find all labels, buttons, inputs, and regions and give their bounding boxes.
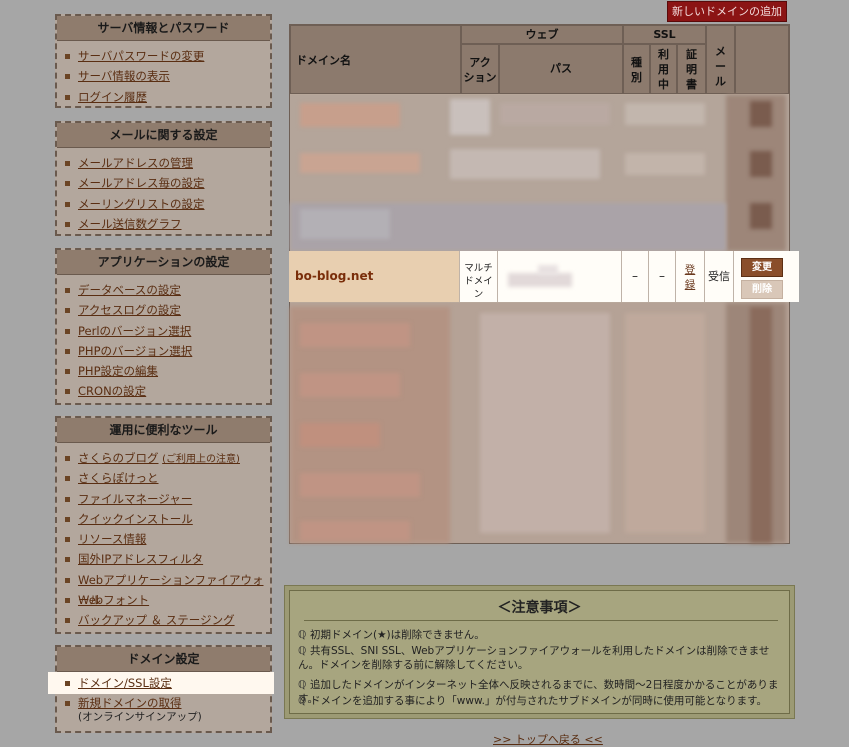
cell-path	[498, 251, 622, 302]
cell-buttons: 変更 削除	[734, 251, 788, 302]
info-icon: ℚ	[298, 629, 307, 641]
sidebar-item-perl-version[interactable]: Perlのバージョン選択	[57, 321, 270, 341]
notice-inner: ＜注意事項＞ ℚ 初期ドメイン(★)は削除できません。 ℚ 共有SSL、SNI SS…	[289, 590, 790, 714]
notice-item: ℚ 初期ドメイン(★)は削除できません。	[298, 629, 485, 641]
section-title: アプリケーションの設定	[57, 250, 270, 275]
th-domain: ドメイン名	[290, 25, 461, 94]
sidebar-item-access-log[interactable]: アクセスログの設定	[57, 300, 270, 320]
sidebar-item-mail-address[interactable]: メールアドレスの管理	[57, 153, 270, 173]
info-icon: ℚ	[298, 645, 307, 657]
cell-usage: –	[649, 251, 676, 302]
sidebar-item-sakura-blog[interactable]: さくらのブログ (ご利用上の注意)	[57, 448, 270, 468]
th-ssl: SSL	[623, 25, 706, 44]
sidebar-item-php-settings[interactable]: PHP設定の編集	[57, 361, 270, 381]
sidebar-item-php-version[interactable]: PHPのバージョン選択	[57, 341, 270, 361]
th-actions	[735, 25, 789, 94]
notice-title: ＜注意事項＞	[497, 600, 582, 616]
info-icon: ℚ	[298, 679, 307, 691]
sidebar-item-mailing-list[interactable]: メーリングリストの設定	[57, 194, 270, 214]
sidebar-section-application: アプリケーションの設定 データベースの設定 アクセスログの設定 Perlのバージ…	[55, 248, 272, 405]
notice-item: ℚ 共有SSL、SNI SSL、Webアプリケーションファイアウォールを利用したド…	[298, 645, 770, 671]
sidebar-item-waf[interactable]: Webアプリケーションファイアウォール	[57, 570, 270, 607]
sidebar-section-tools: 運用に便利なツール さくらのブログ (ご利用上の注意) さくらぽけっと ファイル…	[55, 416, 272, 634]
sidebar-item-file-manager[interactable]: ファイルマネージャー	[57, 489, 270, 509]
section-title: 運用に便利なツール	[57, 418, 270, 443]
cell-type: –	[622, 251, 649, 302]
th-usage: 利用中	[650, 44, 677, 94]
add-domain-button[interactable]: 新しいドメインの追加	[667, 1, 787, 22]
back-to-top-link[interactable]: >> トップへ戻る <<	[493, 731, 603, 747]
sidebar-section-mail: メールに関する設定 メールアドレスの管理 メールアドレス毎の設定 メーリングリス…	[55, 121, 272, 236]
domain-name: bo-blog.net	[295, 269, 374, 283]
edit-button[interactable]: 変更	[741, 258, 783, 277]
sidebar-item-server-info[interactable]: サーバ情報の表示	[57, 66, 270, 86]
cell-mail: 受信	[705, 251, 734, 302]
sidebar-item-cron[interactable]: CRONの設定	[57, 381, 270, 401]
domain-row-highlight: bo-blog.net マルチ ドメイン – – 登録 受信 変更 削除	[289, 251, 799, 302]
sidebar-item-server-password[interactable]: サーバパスワードの変更	[57, 46, 270, 66]
th-path: パス	[499, 44, 623, 94]
section-title: ドメイン設定	[57, 647, 270, 672]
sidebar-item-login-history[interactable]: ログイン履歴	[57, 87, 270, 107]
sidebar-item-mail-graph[interactable]: メール送信数グラフ	[57, 214, 270, 234]
th-web: ウェブ	[461, 25, 623, 44]
th-mail: メール	[706, 25, 735, 94]
section-title: サーバ情報とパスワード	[57, 16, 270, 41]
sidebar-item-ip-filter[interactable]: 国外IPアドレスフィルタ	[57, 549, 270, 569]
sidebar-item-web-font[interactable]: Webフォント	[57, 590, 270, 610]
sidebar-item-database[interactable]: データベースの設定	[57, 280, 270, 300]
th-cert: 証明書	[677, 44, 706, 94]
sidebar-item-resource-info[interactable]: リソース情報	[57, 529, 270, 549]
notice-box: ＜注意事項＞ ℚ 初期ドメイン(★)は削除できません。 ℚ 共有SSL、SNI SS…	[284, 585, 795, 719]
cert-register-link[interactable]: 登録	[685, 264, 696, 291]
delete-button[interactable]: 削除	[741, 280, 783, 299]
notice-divider	[304, 620, 778, 621]
cell-cert: 登録	[676, 251, 705, 302]
signup-note: (オンラインサインアップ)	[78, 711, 202, 724]
section-title: メールに関する設定	[57, 123, 270, 148]
sidebar-item-mail-settings[interactable]: メールアドレス毎の設定	[57, 173, 270, 193]
th-action: アク ション	[461, 44, 499, 94]
sidebar-domain-items: ドメイン/SSL設定 新規ドメインの取得 (オンラインサインアップ)	[57, 672, 270, 729]
sidebar-item-sakura-pocket[interactable]: さくらぽけっと	[57, 468, 270, 488]
th-type: 種別	[623, 44, 650, 94]
sidebar-item-domain-ssl[interactable]: ドメイン/SSL設定	[57, 673, 270, 693]
sidebar-item-new-domain[interactable]: 新規ドメインの取得 (オンラインサインアップ)	[57, 693, 270, 724]
cell-action: マルチ ドメイン	[460, 251, 498, 302]
notice-item: ℚ ドメインを追加する事により「www.」が付与されたサブドメインが同時に使用可能…	[298, 695, 768, 707]
sidebar-item-quick-install[interactable]: クイックインストール	[57, 509, 270, 529]
cell-domain: bo-blog.net	[289, 251, 460, 302]
blog-note-link[interactable]: (ご利用上の注意)	[162, 454, 240, 465]
masked-rows-top	[290, 95, 789, 251]
sidebar-section-server: サーバ情報とパスワード サーバパスワードの変更 サーバ情報の表示 ログイン履歴	[55, 14, 272, 108]
masked-rows-bottom	[290, 303, 789, 543]
info-icon: ℚ	[298, 695, 307, 707]
sidebar-item-backup[interactable]: バックアップ ＆ ステージング	[57, 610, 270, 630]
